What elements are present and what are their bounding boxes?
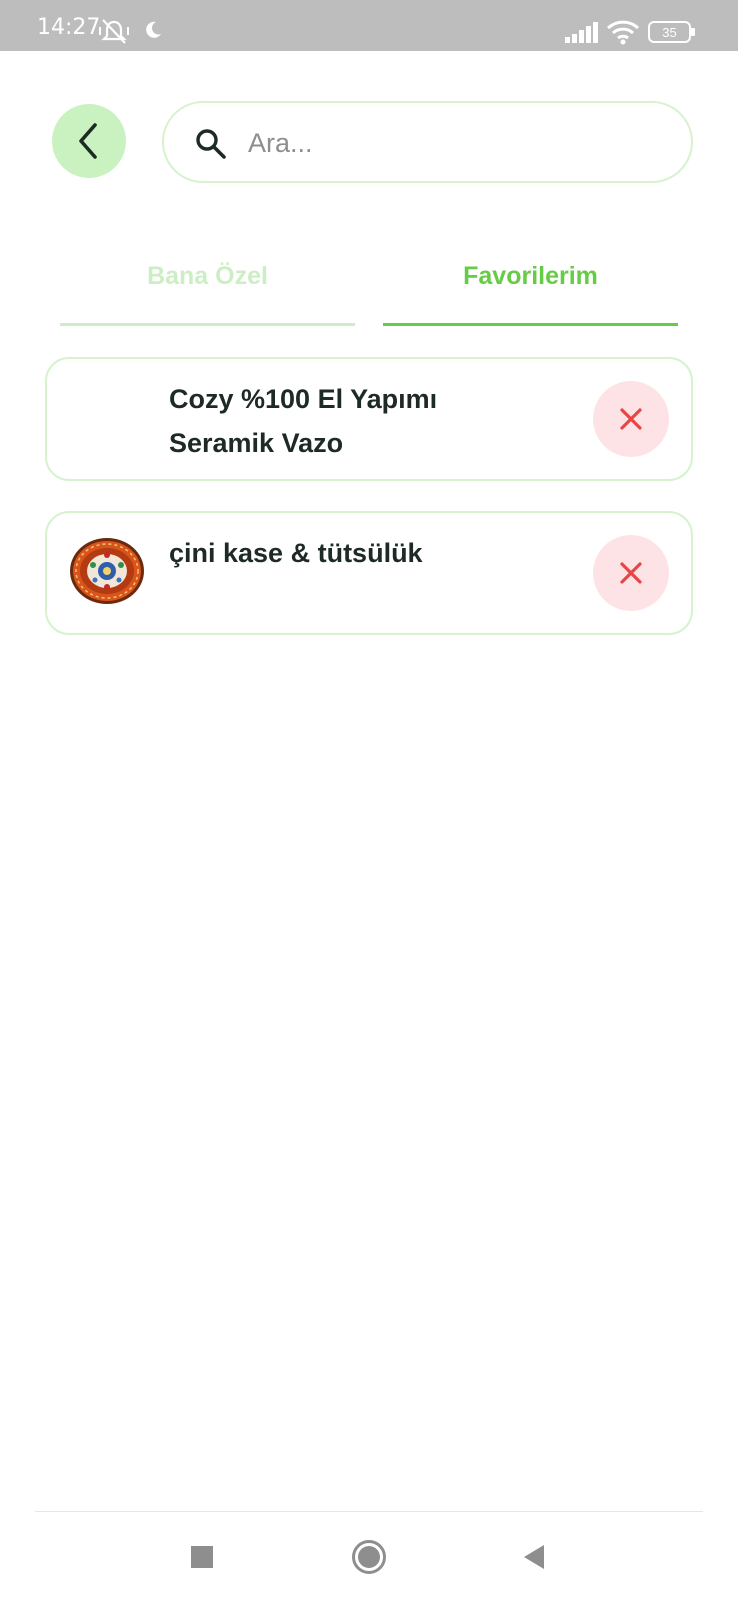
search-icon xyxy=(194,127,228,161)
chevron-left-icon xyxy=(74,121,104,161)
wifi-icon xyxy=(606,19,640,45)
tab-underline xyxy=(383,323,678,326)
status-time: 14:27 xyxy=(37,15,101,40)
tab-label: Favorilerim xyxy=(463,262,598,290)
remove-favorite-button[interactable] xyxy=(593,535,669,611)
recent-apps-icon xyxy=(190,1545,214,1569)
moon-icon xyxy=(143,20,163,40)
status-bar: 14:27 35 xyxy=(0,0,738,51)
favorite-item[interactable]: çini kase & tütsülük xyxy=(45,511,693,635)
recent-apps-button[interactable] xyxy=(172,1534,232,1580)
tab-favorilerim[interactable]: Favorilerim xyxy=(383,248,678,328)
mute-vibrate-icon xyxy=(98,17,130,45)
favorite-item[interactable]: Cozy %100 El Yapımı Seramik Vazo xyxy=(45,357,693,481)
close-icon xyxy=(619,561,643,585)
tab-label: Bana Özel xyxy=(147,262,268,290)
ceramic-bowl-image xyxy=(69,537,145,605)
back-button[interactable] xyxy=(52,104,126,178)
battery-level: 35 xyxy=(662,24,677,40)
search-bar[interactable] xyxy=(162,101,693,183)
nav-back-button[interactable] xyxy=(504,1534,564,1580)
battery-icon: 35 xyxy=(648,20,696,44)
favorite-title: çini kase & tütsülük xyxy=(169,538,423,568)
favorite-title: Cozy %100 El Yapımı Seramik Vazo xyxy=(169,384,438,458)
close-icon xyxy=(619,407,643,431)
signal-icon xyxy=(565,21,599,43)
search-input[interactable] xyxy=(246,121,666,165)
back-triangle-icon xyxy=(522,1544,546,1570)
home-icon xyxy=(351,1539,387,1575)
tab-bana-ozel[interactable]: Bana Özel xyxy=(60,248,355,328)
nav-divider xyxy=(35,1511,703,1512)
tab-underline xyxy=(60,323,355,326)
remove-favorite-button[interactable] xyxy=(593,381,669,457)
home-button[interactable] xyxy=(339,1534,399,1580)
